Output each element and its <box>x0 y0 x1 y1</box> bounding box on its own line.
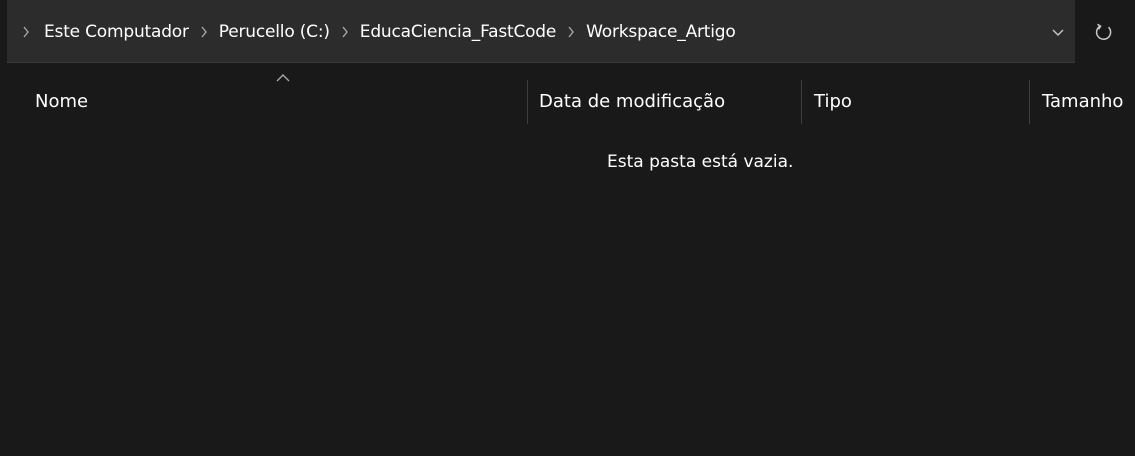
chevron-down-icon <box>1052 29 1064 36</box>
column-divider[interactable] <box>527 80 528 124</box>
column-divider[interactable] <box>801 80 802 124</box>
file-list-area[interactable]: Esta pasta está vazia. <box>7 132 1135 456</box>
breadcrumb-item-perucello[interactable]: Perucello (C:) <box>219 22 330 42</box>
breadcrumb-separator-chevron-icon[interactable] <box>330 0 360 63</box>
refresh-icon <box>1095 23 1112 40</box>
breadcrumb-separator-chevron-icon[interactable] <box>189 0 219 63</box>
breadcrumb-separator-chevron-icon[interactable] <box>556 0 586 63</box>
breadcrumb-item-workspace-artigo[interactable]: Workspace_Artigo <box>586 22 736 42</box>
column-header-row: Nome Data de modificação Tipo Tamanho <box>7 70 1135 132</box>
column-header-date-modified[interactable]: Data de modificação <box>539 70 799 132</box>
breadcrumb-expand-chevron-icon[interactable] <box>7 0 44 63</box>
file-explorer-window: Este Computador Perucello (C:) EducaCien… <box>0 0 1135 456</box>
address-history-dropdown-button[interactable] <box>1042 0 1074 63</box>
address-field[interactable]: Este Computador Perucello (C:) EducaCien… <box>7 0 1075 63</box>
empty-folder-message: Esta pasta está vazia. <box>607 152 794 172</box>
breadcrumb-item-educaciencia-fastcode[interactable]: EducaCiencia_FastCode <box>360 22 557 42</box>
column-divider[interactable] <box>1029 80 1030 124</box>
column-header-name[interactable]: Nome <box>35 70 525 132</box>
breadcrumb: Este Computador Perucello (C:) EducaCien… <box>7 0 736 63</box>
refresh-button[interactable] <box>1079 0 1129 63</box>
column-header-type[interactable]: Tipo <box>814 70 1034 132</box>
address-bar: Este Computador Perucello (C:) EducaCien… <box>0 0 1135 70</box>
breadcrumb-item-este-computador[interactable]: Este Computador <box>44 22 189 42</box>
column-header-size[interactable]: Tamanho <box>1042 70 1135 132</box>
